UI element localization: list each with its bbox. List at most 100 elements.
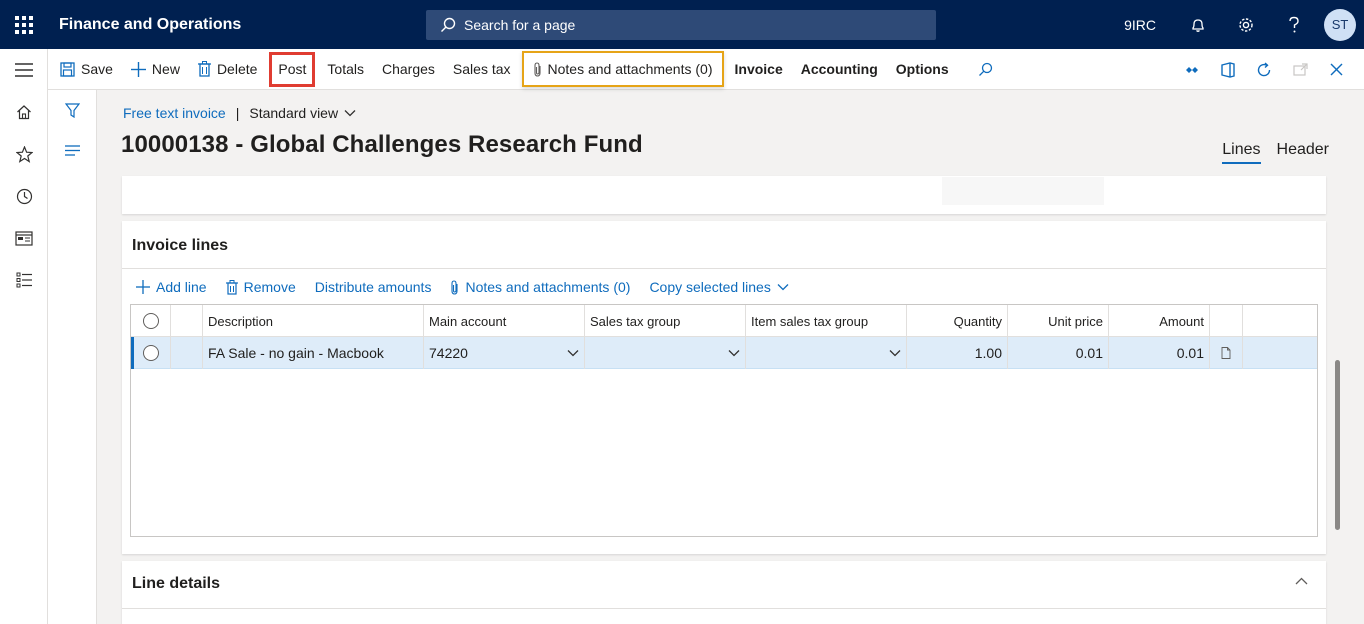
invoice-lines-title[interactable]: Invoice lines [132, 237, 228, 255]
tab-lines[interactable]: Lines [1222, 141, 1261, 164]
breadcrumb-form-link[interactable]: Free text invoice [123, 105, 226, 121]
copy-selected-lines-label: Copy selected lines [649, 279, 771, 295]
unit-price-cell[interactable]: 0.01 [1008, 337, 1109, 369]
action-pane: Save New Delete Post Totals Charges Sale… [48, 49, 1364, 90]
save-button[interactable]: Save [48, 49, 122, 90]
accounting-tab[interactable]: Accounting [792, 49, 887, 90]
add-line-button[interactable]: Add line [136, 279, 207, 295]
close-icon [1330, 63, 1342, 76]
chevron-down-icon [344, 110, 356, 117]
top-bar: Finance and Operations Search for a page… [0, 0, 1364, 49]
sales-tax-button[interactable]: Sales tax [444, 49, 520, 90]
settings-button[interactable] [1222, 0, 1270, 49]
popout-icon [1292, 63, 1308, 76]
filter-button[interactable] [48, 90, 96, 130]
grid-header-spacer [171, 305, 203, 337]
remove-line-button[interactable]: Remove [225, 279, 296, 295]
delete-button[interactable]: Delete [189, 49, 266, 90]
help-button[interactable] [1270, 0, 1318, 49]
save-icon [60, 61, 75, 77]
waffle-icon [15, 15, 33, 34]
list-pane-button[interactable] [48, 130, 96, 170]
line-details-section: Line details [122, 561, 1326, 624]
view-selector-label: Standard view [249, 105, 339, 121]
page-scrollbar[interactable] [1335, 360, 1340, 530]
col-unit-price[interactable]: Unit price [1008, 305, 1109, 337]
nav-recent[interactable] [0, 175, 48, 217]
divider [122, 608, 1326, 609]
col-amount[interactable]: Amount [1109, 305, 1210, 337]
diamond-icon [1186, 66, 1198, 73]
action-search-button[interactable] [958, 49, 1008, 90]
sales-tax-group-field[interactable] [585, 337, 746, 369]
bell-icon [1192, 18, 1204, 32]
description-cell[interactable]: FA Sale - no gain - Macbook [203, 337, 424, 369]
open-new-window-button[interactable] [1282, 49, 1318, 90]
col-sales-tax-group[interactable]: Sales tax group [585, 305, 746, 337]
options-tab[interactable]: Options [887, 49, 958, 90]
app-title[interactable]: Finance and Operations [59, 16, 241, 34]
col-item-sales-tax-group[interactable]: Item sales tax group [746, 305, 907, 337]
trash-icon [197, 61, 211, 77]
main-content: Free text invoice | Standard view 100001… [97, 90, 1364, 624]
item-sales-tax-group-field[interactable] [746, 337, 907, 369]
view-tabs: Lines Header [1206, 141, 1329, 164]
gear-icon [1239, 17, 1253, 32]
totals-button[interactable]: Totals [318, 49, 373, 90]
table-row[interactable]: FA Sale - no gain - Macbook 74220 1.00 0… [131, 337, 1317, 369]
office-icon [1221, 61, 1235, 78]
document-icon [1221, 347, 1231, 359]
invoice-lines-section: Invoice lines Add line Remove Distribute… [122, 221, 1326, 554]
office-button[interactable] [1210, 49, 1246, 90]
nav-home[interactable] [0, 91, 48, 133]
notes-attachments-button[interactable]: Notes and attachments (0) [521, 51, 724, 87]
nav-menu-button[interactable] [0, 49, 48, 91]
lines-toolbar: Add line Remove Distribute amounts Notes… [136, 277, 814, 297]
invoice-lines-grid: Description Main account Sales tax group… [130, 304, 1318, 537]
trash-icon [225, 279, 238, 295]
chevron-down-icon [889, 350, 901, 357]
plus-icon [130, 61, 146, 77]
quantity-cell[interactable]: 1.00 [907, 337, 1008, 369]
amount-cell[interactable]: 0.01 [1109, 337, 1210, 369]
nav-favorites[interactable] [0, 133, 48, 175]
col-quantity[interactable]: Quantity [907, 305, 1008, 337]
app-launcher-button[interactable] [0, 0, 48, 49]
invoice-tab[interactable]: Invoice [726, 49, 792, 90]
power-apps-button[interactable] [1174, 49, 1210, 90]
select-all-checkbox[interactable] [131, 305, 171, 337]
breadcrumb-separator: | [235, 105, 240, 121]
refresh-button[interactable] [1246, 49, 1282, 90]
divider [122, 268, 1326, 269]
paperclip-icon [451, 279, 459, 295]
copy-selected-lines-button[interactable]: Copy selected lines [649, 279, 794, 295]
add-line-label: Add line [156, 279, 207, 295]
company-picker[interactable]: 9IRC [1124, 17, 1156, 33]
funnel-icon [64, 102, 80, 118]
nav-modules[interactable] [0, 259, 48, 301]
left-nav [0, 49, 48, 624]
nav-workspaces[interactable] [0, 217, 48, 259]
line-details-title[interactable]: Line details [132, 575, 220, 593]
col-description[interactable]: Description [203, 305, 424, 337]
view-selector[interactable]: Standard view [249, 105, 356, 121]
save-label: Save [81, 61, 113, 77]
question-icon [1289, 16, 1299, 32]
tab-header[interactable]: Header [1277, 141, 1329, 164]
attachment-cell[interactable] [1210, 337, 1243, 369]
main-account-field[interactable]: 74220 [424, 337, 585, 369]
close-button[interactable] [1318, 49, 1354, 90]
distribute-amounts-button[interactable]: Distribute amounts [315, 279, 432, 295]
search-box[interactable]: Search for a page [426, 10, 936, 40]
col-main-account[interactable]: Main account [424, 305, 585, 337]
post-button[interactable]: Post [266, 49, 318, 90]
new-button[interactable]: New [122, 49, 189, 90]
charges-button[interactable]: Charges [373, 49, 444, 90]
avatar[interactable]: ST [1324, 8, 1356, 41]
chevron-up-icon[interactable] [1295, 577, 1308, 585]
row-select[interactable] [131, 337, 171, 369]
notifications-button[interactable] [1174, 0, 1222, 49]
line-notes-button[interactable]: Notes and attachments (0) [450, 279, 630, 295]
workspace-icon [15, 230, 33, 246]
row-radio [142, 345, 159, 361]
